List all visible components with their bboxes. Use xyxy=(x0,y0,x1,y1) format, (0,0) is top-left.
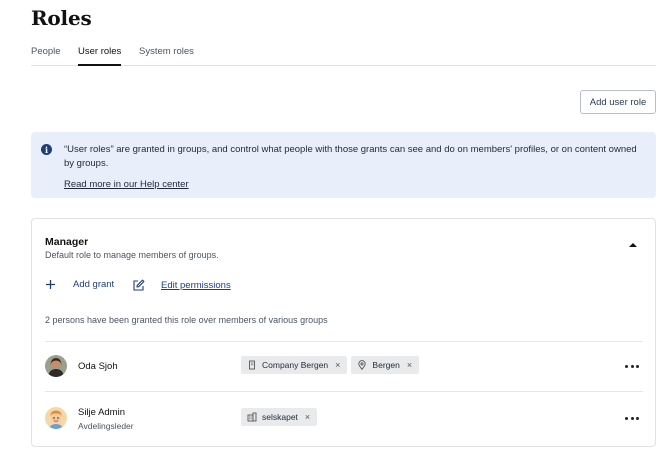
remove-grant-icon[interactable]: × xyxy=(305,412,310,422)
tab-system-roles[interactable]: System roles xyxy=(139,46,194,66)
grant-chip: Company Bergen × xyxy=(241,356,348,374)
role-name: Manager xyxy=(45,236,89,248)
role-description: Default role to manage members of groups… xyxy=(45,250,219,260)
grant-chip: Bergen × xyxy=(351,356,420,374)
page-title: Roles xyxy=(31,6,92,30)
edit-icon xyxy=(133,279,145,291)
grant-summary: 2 persons have been granted this role ov… xyxy=(45,315,328,325)
remove-grant-icon[interactable]: × xyxy=(335,360,340,370)
add-grant-label: Add grant xyxy=(73,279,115,290)
person-name: Oda Sjoh xyxy=(78,361,118,372)
more-options-icon[interactable] xyxy=(625,413,639,423)
person-name: Silje Admin xyxy=(78,407,125,418)
grant-chips: Company Bergen × Bergen × xyxy=(241,356,420,374)
add-grant-button[interactable]: Add grant xyxy=(45,279,114,290)
grant-chip-label: selskapet xyxy=(262,412,298,422)
plus-icon xyxy=(46,280,55,289)
person-row: Oda Sjoh Company Bergen × Bergen × xyxy=(45,341,643,391)
add-user-role-button[interactable]: Add user role xyxy=(580,90,656,114)
organization-icon xyxy=(247,412,257,422)
info-icon: i xyxy=(41,144,52,155)
tab-bar: People User roles System roles xyxy=(31,40,656,66)
avatar xyxy=(45,407,67,429)
tab-people[interactable]: People xyxy=(31,46,61,66)
role-card-manager: Manager Default role to manage members o… xyxy=(31,218,656,447)
info-banner: i “User roles” are granted in groups, an… xyxy=(31,132,656,198)
location-pin-icon xyxy=(358,360,367,370)
person-subtitle: Avdelingsleder xyxy=(78,421,134,431)
building-icon xyxy=(249,360,255,370)
more-options-icon[interactable] xyxy=(625,361,639,371)
grant-chips: selskapet × xyxy=(241,408,318,426)
edit-permissions-button[interactable]: Edit permissions xyxy=(132,279,231,292)
help-center-link[interactable]: Read more in our Help center xyxy=(64,179,189,190)
grant-chip-label: Bergen xyxy=(372,360,400,370)
remove-grant-icon[interactable]: × xyxy=(407,360,412,370)
info-text: “User roles” are granted in groups, and … xyxy=(64,144,637,169)
collapse-caret-icon[interactable] xyxy=(628,241,638,249)
tab-user-roles[interactable]: User roles xyxy=(78,46,122,66)
avatar xyxy=(45,355,67,377)
person-row: Silje Admin Avdelingsleder selskapet × xyxy=(45,391,643,441)
edit-permissions-label: Edit permissions xyxy=(161,280,231,291)
grant-chip: selskapet × xyxy=(241,408,318,426)
grant-chip-label: Company Bergen xyxy=(262,360,329,370)
